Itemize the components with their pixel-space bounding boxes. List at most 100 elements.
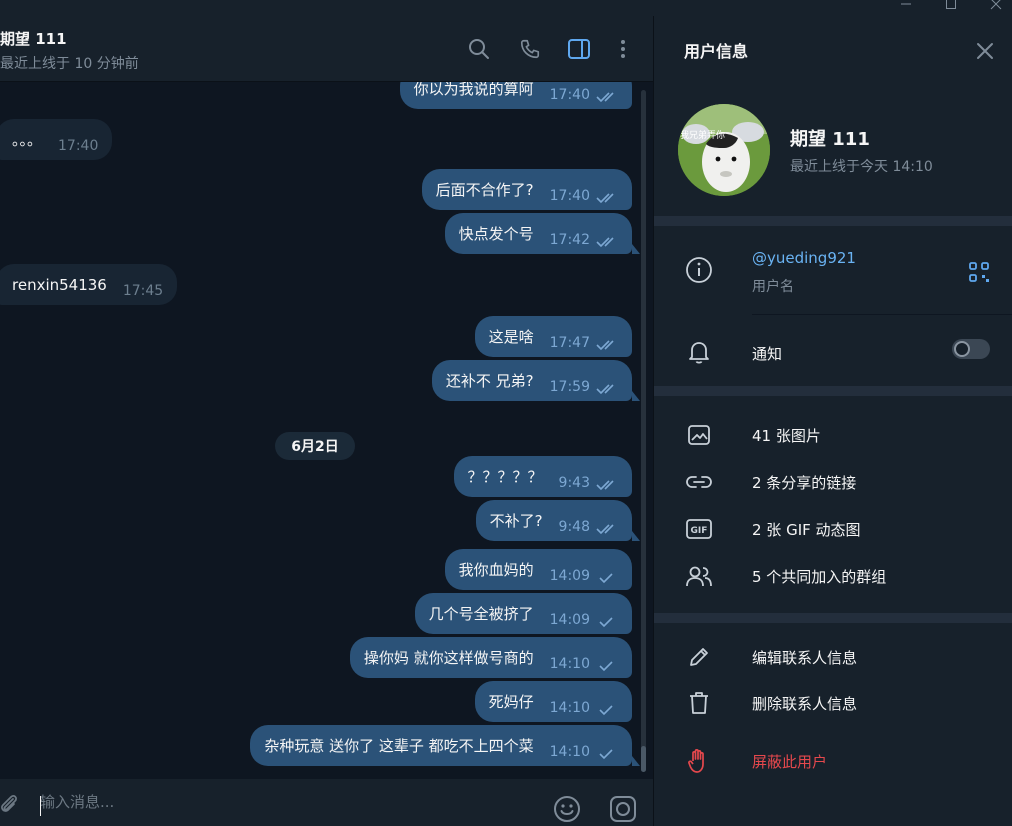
message-text: 几个号全被挤了 (428, 605, 534, 623)
username-link[interactable]: @yueding921 (752, 249, 856, 267)
media-row-links[interactable]: 2 条分享的链接 (752, 472, 856, 493)
message-time: 17:47 (549, 334, 590, 351)
section-divider (654, 216, 1012, 226)
block-user-action[interactable]: 屏蔽此用户 (752, 751, 827, 772)
edit-icon (684, 642, 714, 672)
single-check-icon (596, 658, 618, 671)
message-time: 14:10 (549, 655, 590, 672)
bubble-tail (632, 244, 640, 254)
message-bubble-outgoing[interactable]: 几个号全被挤了 14:09 (414, 593, 632, 634)
window-titlebar (0, 0, 1012, 16)
emoji-icon[interactable] (553, 795, 581, 823)
message-bubble-outgoing[interactable]: 不补了? 9:48 (475, 500, 632, 541)
message-text: ？？？？？ (467, 468, 543, 486)
message-time: 14:10 (549, 743, 590, 760)
text-caret (40, 796, 41, 816)
message-text: 操你妈 就你这样做号商的 (363, 649, 534, 667)
profile-status: 最近上线于今天 14:10 (790, 159, 933, 175)
chat-header: 期望 111 最近上线于 10 分钟前 (0, 16, 653, 82)
message-bubble-outgoing[interactable]: 死妈仔 14:10 (474, 681, 632, 722)
message-text: 杂种玩意 送你了 这辈子 都吃不上四个菜 (264, 737, 534, 755)
qr-code-icon[interactable] (966, 259, 992, 285)
chat-status: 最近上线于 10 分钟前 (0, 56, 139, 72)
chat-title[interactable]: 期望 111 (0, 28, 67, 49)
message-bubble-outgoing[interactable]: 操你妈 就你这样做号商的 14:10 (349, 637, 632, 678)
double-check-icon (596, 234, 618, 247)
message-bubble-outgoing[interactable]: 这是啥 17:47 (474, 316, 632, 357)
phone-icon[interactable] (517, 36, 543, 62)
attach-icon[interactable] (0, 791, 22, 817)
message-bubble-outgoing[interactable]: 杂种玩意 送你了 这辈子 都吃不上四个菜 14:10 (250, 725, 632, 766)
link-icon (684, 467, 714, 497)
message-text: 死妈仔 (488, 693, 534, 711)
message-time: 17:59 (549, 378, 590, 395)
double-check-icon (596, 190, 618, 203)
section-divider (654, 386, 1012, 396)
user-info-panel: 用户信息 我兄弟弄你 期望 111 最近上线于今天 14:10 @yueding… (653, 16, 1012, 826)
image-icon (684, 420, 714, 450)
message-time: 9:43 (558, 474, 590, 491)
search-icon[interactable] (466, 36, 492, 62)
message-bubble-incoming[interactable]: renxin54136 17:45 (0, 264, 178, 305)
info-icon (684, 255, 714, 285)
message-composer (0, 779, 653, 826)
single-check-icon (596, 702, 618, 715)
avatar[interactable]: 我兄弟弄你 (678, 104, 770, 196)
maximize-icon[interactable] (929, 0, 973, 14)
media-row-gifs[interactable]: 2 张 GIF 动态图 (752, 519, 861, 540)
scrollbar-thumb[interactable] (641, 746, 646, 772)
scrollbar-track[interactable] (641, 90, 646, 772)
message-text: 不补了? (489, 512, 543, 530)
message-input[interactable] (40, 787, 520, 817)
message-text: 快点发个号 (458, 225, 534, 243)
message-time: 14:09 (549, 611, 590, 628)
media-row-photos[interactable]: 41 张图片 (752, 425, 821, 446)
single-check-icon (596, 570, 618, 583)
notifications-toggle[interactable] (952, 339, 990, 359)
camera-icon[interactable] (609, 795, 637, 823)
message-list[interactable]: 你以为我说的算阿 17:40 。。。 17:40 后面不合作了? 17:40 快… (0, 82, 653, 779)
message-time: 17:40 (58, 137, 99, 154)
message-bubble-outgoing[interactable]: 你以为我说的算阿 17:40 (399, 82, 632, 109)
message-time: 17:42 (549, 231, 590, 248)
more-vertical-icon[interactable] (610, 36, 636, 62)
notifications-label: 通知 (752, 345, 783, 363)
avatar-caption: 我兄弟弄你 (680, 131, 726, 141)
message-time: 9:48 (558, 518, 590, 535)
panel-title: 用户信息 (684, 42, 749, 61)
message-bubble-outgoing[interactable]: 我你血妈的 14:09 (444, 549, 632, 590)
message-bubble-outgoing[interactable]: 快点发个号 17:42 (444, 213, 632, 254)
block-hand-icon (684, 746, 714, 776)
minimize-icon[interactable] (884, 0, 928, 14)
sidebar-toggle-icon[interactable] (566, 36, 592, 62)
bubble-tail (632, 531, 640, 541)
message-text: renxin54136 (12, 275, 107, 294)
double-check-icon (596, 381, 618, 394)
message-bubble-outgoing[interactable]: 还补不 兄弟? 17:59 (431, 360, 632, 401)
bubble-tail (632, 756, 640, 766)
close-icon[interactable] (972, 38, 998, 64)
message-bubble-outgoing[interactable]: ？？？？？ 9:43 (453, 456, 632, 497)
single-check-icon (596, 746, 618, 759)
double-check-icon (596, 477, 618, 490)
toggle-knob (954, 341, 970, 357)
close-window-icon[interactable] (974, 0, 1012, 14)
message-time: 14:10 (549, 699, 590, 716)
message-bubble-incoming[interactable]: 。。。 17:40 (0, 119, 113, 160)
message-text: 。。。 (12, 131, 43, 149)
profile-name: 期望 111 (790, 129, 870, 150)
message-bubble-outgoing[interactable]: 后面不合作了? 17:40 (421, 169, 632, 210)
message-time: 17:40 (549, 187, 590, 204)
username-label: 用户名 (752, 279, 794, 295)
date-divider: 6月2日 (275, 432, 355, 460)
row-divider (752, 314, 1012, 315)
message-time: 14:09 (549, 567, 590, 584)
message-text: 你以为我说的算阿 (413, 82, 534, 98)
double-check-icon (596, 89, 618, 102)
svg-text:GIF: GIF (691, 526, 708, 536)
media-row-groups[interactable]: 5 个共同加入的群组 (752, 566, 886, 587)
delete-contact-action[interactable]: 删除联系人信息 (752, 693, 857, 714)
edit-contact-action[interactable]: 编辑联系人信息 (752, 647, 857, 668)
double-check-icon (596, 337, 618, 350)
gif-icon: GIF (684, 514, 714, 544)
